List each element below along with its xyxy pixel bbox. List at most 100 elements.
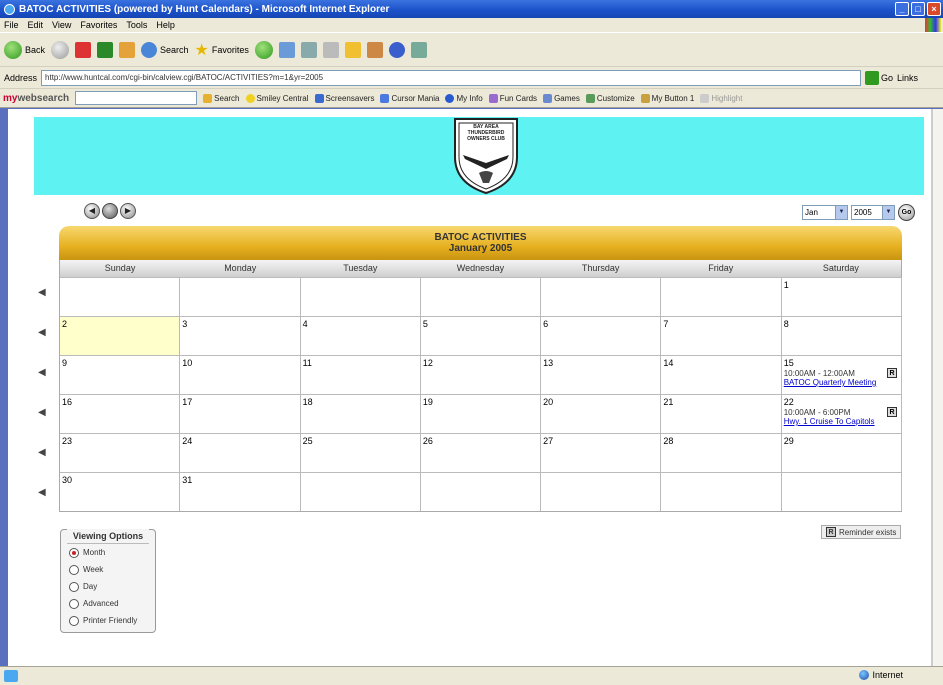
history-icon[interactable] (278, 41, 295, 58)
cards-icon (488, 93, 498, 103)
day-cell[interactable]: 24 (180, 433, 301, 472)
links-label[interactable]: Links (897, 73, 918, 83)
vertical-scrollbar[interactable] (932, 109, 943, 666)
week-view-arrow-icon[interactable]: ◀ (38, 447, 48, 458)
day-cell[interactable]: 7 (661, 316, 782, 355)
day-cell[interactable]: 22 10:00AM - 6:00PM Hwy. 1 Cruise To Capit… (781, 394, 902, 433)
forward-button[interactable] (51, 40, 70, 59)
folder-icon[interactable] (344, 41, 361, 58)
day-cell[interactable]: 12 (420, 355, 542, 394)
day-cell[interactable]: 16 (60, 394, 181, 433)
favorites-button[interactable]: ★ Favorites (195, 40, 249, 60)
day-cell[interactable]: 17 (180, 394, 301, 433)
websearch-search-button[interactable]: Search (203, 93, 240, 103)
day-cell[interactable]: 30 (60, 472, 181, 511)
menu-edit[interactable]: Edit (28, 20, 44, 30)
event-link[interactable]: BATOC Quarterly Meeting (784, 378, 899, 387)
view-option-week[interactable]: Week (61, 561, 155, 578)
day-cell[interactable]: 14 (661, 355, 782, 394)
stop-icon[interactable] (75, 41, 92, 58)
next-month-button[interactable]: ▶ (120, 203, 136, 219)
day-cell[interactable]: 2 (60, 316, 181, 355)
my-button-1[interactable]: My Button 1 (640, 93, 694, 103)
mail-icon[interactable] (300, 41, 317, 58)
day-number: 19 (422, 397, 433, 407)
smiley-central-button[interactable]: Smiley Central (245, 93, 309, 103)
go-date-button[interactable]: Go (898, 204, 915, 221)
bluetooth-icon[interactable] (388, 41, 405, 58)
day-cell[interactable]: 29 (781, 433, 902, 472)
sb-label: My Info (456, 93, 483, 103)
view-option-printer-friendly[interactable]: Printer Friendly (61, 612, 155, 629)
radio-button[interactable] (69, 598, 79, 609)
day-cell[interactable]: 11 (300, 355, 421, 394)
maximize-button[interactable]: □ (911, 2, 925, 16)
day-cell[interactable]: 15 10:00AM - 12:00AM BATOC Quarterly Meeti… (781, 355, 902, 394)
current-month-button[interactable] (102, 203, 118, 219)
radio-button[interactable] (69, 564, 79, 575)
radio-button[interactable] (69, 615, 79, 626)
search-button[interactable]: Search (141, 41, 189, 58)
radio-button[interactable] (69, 547, 79, 558)
reminder-icon[interactable]: R (886, 407, 897, 417)
empty-cell (541, 472, 662, 511)
menu-help[interactable]: Help (156, 20, 175, 30)
back-button[interactable]: Back (4, 40, 45, 59)
day-cell[interactable]: 10 (180, 355, 301, 394)
day-cell[interactable]: 27 (541, 433, 662, 472)
customize-button[interactable]: Customize (585, 93, 635, 103)
week-view-arrow-icon[interactable]: ◀ (38, 407, 48, 418)
day-cell[interactable]: 20 (541, 394, 662, 433)
day-cell[interactable]: 8 (781, 316, 902, 355)
week-view-arrow-icon[interactable]: ◀ (38, 287, 48, 298)
messenger-icon[interactable] (366, 41, 383, 58)
week-view-arrow-icon[interactable]: ◀ (38, 487, 48, 498)
menu-tools[interactable]: Tools (126, 20, 147, 30)
day-cell[interactable]: 19 (420, 394, 542, 433)
day-cell[interactable]: 31 (180, 472, 301, 511)
view-option-advanced[interactable]: Advanced (61, 595, 155, 612)
address-input[interactable]: http://www.huntcal.com/cgi-bin/calview.c… (41, 69, 862, 86)
radio-button[interactable] (69, 581, 79, 592)
minimize-button[interactable]: _ (895, 2, 909, 16)
day-cell[interactable]: 13 (541, 355, 662, 394)
year-select[interactable]: 2005 ▼ (851, 205, 895, 220)
menu-favorites[interactable]: Favorites (80, 20, 117, 30)
day-cell[interactable]: 18 (300, 394, 421, 433)
games-button[interactable]: Games (543, 93, 580, 103)
media-icon[interactable] (254, 40, 273, 59)
month-select[interactable]: Jan ▼ (802, 205, 848, 220)
close-button[interactable]: × (927, 2, 941, 16)
screensavers-button[interactable]: Screensavers (314, 93, 374, 103)
day-cell[interactable]: 4 (300, 316, 421, 355)
view-option-day[interactable]: Day (61, 578, 155, 595)
day-cell[interactable]: 3 (180, 316, 301, 355)
cursor-mania-button[interactable]: Cursor Mania (380, 93, 439, 103)
websearch-input[interactable] (75, 91, 198, 105)
day-cell[interactable]: 23 (60, 433, 181, 472)
event-link[interactable]: Hwy. 1 Cruise To Capitols (784, 417, 899, 426)
users-icon[interactable] (410, 41, 427, 58)
week-view-arrow-icon[interactable]: ◀ (38, 327, 48, 338)
day-cell[interactable]: 21 (661, 394, 782, 433)
day-cell[interactable]: 1 (781, 277, 902, 316)
day-cell[interactable]: 9 (60, 355, 181, 394)
menu-view[interactable]: View (52, 20, 71, 30)
my-info-button[interactable]: My Info (445, 93, 483, 103)
refresh-icon[interactable] (97, 41, 114, 58)
day-cell[interactable]: 5 (420, 316, 542, 355)
prev-month-button[interactable]: ◀ (84, 203, 100, 219)
go-button[interactable]: Go (865, 70, 893, 85)
print-icon[interactable] (322, 41, 339, 58)
week-view-arrow-icon[interactable]: ◀ (38, 367, 48, 378)
reminder-icon[interactable]: R (886, 368, 897, 378)
day-cell[interactable]: 25 (300, 433, 421, 472)
fun-cards-button[interactable]: Fun Cards (488, 93, 537, 103)
day-cell[interactable]: 28 (661, 433, 782, 472)
view-option-month[interactable]: Month (61, 544, 155, 561)
menu-file[interactable]: File (4, 20, 19, 30)
day-cell[interactable]: 26 (420, 433, 542, 472)
highlight-button[interactable]: Highlight (700, 93, 742, 103)
home-icon[interactable] (119, 41, 136, 58)
day-cell[interactable]: 6 (541, 316, 662, 355)
